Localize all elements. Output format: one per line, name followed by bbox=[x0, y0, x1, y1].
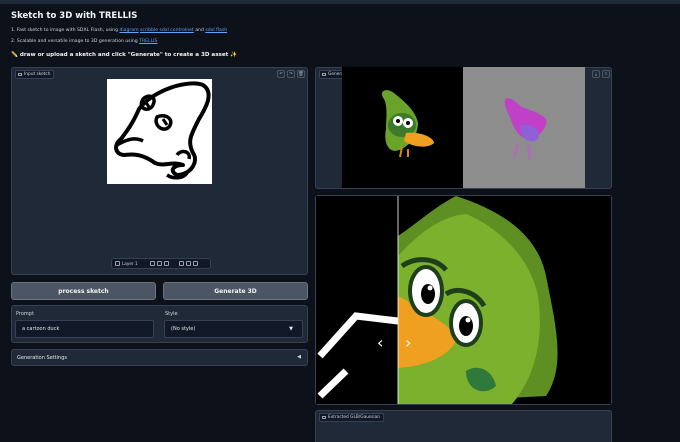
video-icon bbox=[322, 73, 326, 76]
webcam-icon[interactable] bbox=[163, 261, 169, 266]
sketch-canvas[interactable] bbox=[107, 79, 212, 184]
description-line-2: 2. Scalable and versatile image to 3D ge… bbox=[11, 39, 157, 44]
brush-icon[interactable] bbox=[185, 261, 191, 266]
line2-prefix: 2. Scalable and versatile image to 3D ge… bbox=[11, 39, 138, 44]
generated-3d-preview[interactable] bbox=[342, 67, 585, 188]
chevron-down-icon: ▼ bbox=[289, 326, 293, 332]
extracted-glb-label-text: Extracted GLB/Gaussian bbox=[328, 415, 380, 420]
redo-icon[interactable]: ↷ bbox=[287, 70, 295, 78]
input-sketch-label-text: Input sketch bbox=[24, 72, 51, 77]
description-line-1: 1. Fast sketch to image with SDXL Flash,… bbox=[11, 28, 227, 33]
generate-3d-button[interactable]: Generate 3D bbox=[163, 282, 308, 300]
comparison-image[interactable] bbox=[316, 196, 611, 404]
extracted-glb-label: Extracted GLB/Gaussian bbox=[319, 413, 384, 422]
layer-toolbar: Layer 1 bbox=[111, 258, 211, 269]
sdxl-flash-link[interactable]: sdxl flash bbox=[205, 28, 227, 33]
eraser-icon[interactable] bbox=[192, 261, 198, 266]
style-select-value: (No style) bbox=[171, 326, 196, 332]
process-sketch-button[interactable]: process sketch bbox=[11, 282, 156, 300]
paste-icon[interactable] bbox=[156, 261, 162, 266]
image-upload-icon[interactable] bbox=[149, 261, 155, 266]
trash-icon[interactable]: 🗑 bbox=[297, 70, 305, 78]
style-select[interactable]: (No style) ▼ bbox=[164, 320, 303, 338]
layer-label[interactable]: Layer 1 bbox=[122, 261, 138, 266]
chevron-left-icon[interactable]: ‹ bbox=[377, 333, 383, 352]
file-icon bbox=[322, 416, 326, 419]
prompt-input[interactable]: a cartoon duck bbox=[15, 320, 154, 338]
generation-settings-accordion[interactable]: Generation Settings ◀ bbox=[11, 349, 308, 366]
undo-icon[interactable]: ↶ bbox=[277, 70, 285, 78]
layers-icon[interactable] bbox=[115, 261, 120, 266]
top-bar bbox=[0, 0, 680, 4]
collapse-arrow-icon: ◀ bbox=[297, 354, 301, 360]
crop-icon[interactable] bbox=[178, 261, 184, 266]
controlnet-link[interactable]: scribble sdxl controlnet bbox=[140, 28, 194, 33]
share-icon[interactable]: ⇪ bbox=[602, 70, 610, 78]
page-title: Sketch to 3D with TRELLIS bbox=[11, 11, 138, 21]
download-icon[interactable]: ⤓ bbox=[592, 70, 600, 78]
image-icon bbox=[18, 73, 22, 76]
instruction-text: ✏️ draw or upload a sketch and click "Ge… bbox=[11, 52, 238, 58]
diagram-link[interactable]: diagram bbox=[119, 28, 138, 33]
trellis-link[interactable]: TRELLIS bbox=[139, 39, 157, 44]
extracted-glb-panel: Extracted GLB/Gaussian bbox=[315, 410, 612, 442]
line1-and: and bbox=[195, 28, 204, 33]
prompt-label: Prompt bbox=[16, 311, 34, 317]
input-sketch-label: Input sketch bbox=[15, 70, 55, 79]
style-label: Style bbox=[165, 311, 178, 317]
chevron-right-icon[interactable]: › bbox=[405, 333, 411, 352]
line1-prefix: 1. Fast sketch to image with SDXL Flash,… bbox=[11, 28, 118, 33]
generation-settings-label: Generation Settings bbox=[17, 354, 67, 361]
